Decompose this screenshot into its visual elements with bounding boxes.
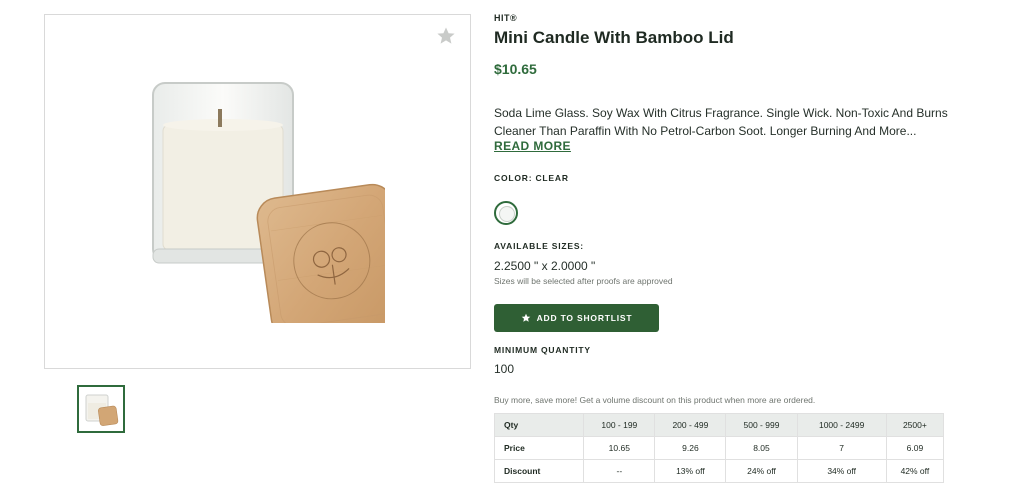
table-header-cell: 200 - 499 bbox=[654, 413, 727, 437]
table-cell: 42% off bbox=[885, 459, 945, 483]
table-header-cell: 500 - 999 bbox=[725, 413, 798, 437]
minimum-quantity-value: 100 bbox=[494, 362, 515, 376]
table-cell: 10.65 bbox=[583, 436, 656, 460]
table-row-price: Price 10.65 9.26 8.05 7 6.09 bbox=[493, 436, 945, 460]
table-header-row: Qty 100 - 199 200 - 499 500 - 999 1000 -… bbox=[493, 413, 945, 437]
size-value: 2.2500 " x 2.0000 " bbox=[494, 259, 596, 273]
favorite-star-icon[interactable] bbox=[436, 26, 456, 46]
product-thumbnail[interactable] bbox=[77, 385, 125, 433]
volume-discount-note: Buy more, save more! Get a volume discou… bbox=[494, 395, 816, 405]
size-note: Sizes will be selected after proofs are … bbox=[494, 276, 673, 286]
candle-with-bamboo-lid-image bbox=[152, 82, 385, 323]
product-main-image[interactable] bbox=[44, 14, 471, 369]
table-header-cell: 2500+ bbox=[885, 413, 945, 437]
minimum-quantity-label: MINIMUM QUANTITY bbox=[494, 345, 591, 355]
product-price: $10.65 bbox=[494, 61, 537, 77]
table-cell: 8.05 bbox=[725, 436, 798, 460]
table-cell: 24% off bbox=[725, 459, 798, 483]
table-cell: 34% off bbox=[796, 459, 887, 483]
table-row-discount: Discount -- 13% off 24% off 34% off 42% … bbox=[493, 459, 945, 483]
table-header-cell: 100 - 199 bbox=[583, 413, 656, 437]
product-description: Soda Lime Glass. Soy Wax With Citrus Fra… bbox=[494, 106, 948, 138]
available-sizes-label: AVAILABLE SIZES: bbox=[494, 241, 584, 251]
color-label: COLOR: CLEAR bbox=[494, 173, 569, 183]
table-header-cell: Qty bbox=[493, 413, 585, 437]
read-more-link[interactable]: READ MORE bbox=[494, 139, 571, 153]
candle-thumbnail-image bbox=[85, 394, 119, 426]
table-cell: 6.09 bbox=[885, 436, 945, 460]
table-cell: Discount bbox=[493, 459, 585, 483]
table-cell: Price bbox=[493, 436, 585, 460]
brand-name: HIT® bbox=[494, 13, 518, 23]
table-cell: 7 bbox=[796, 436, 887, 460]
shortlist-label: ADD TO SHORTLIST bbox=[536, 313, 633, 323]
table-header-cell: 1000 - 2499 bbox=[796, 413, 887, 437]
table-cell: 13% off bbox=[654, 459, 727, 483]
table-cell: 9.26 bbox=[654, 436, 727, 460]
add-to-shortlist-button[interactable]: ADD TO SHORTLIST bbox=[494, 304, 659, 332]
product-title: Mini Candle With Bamboo Lid bbox=[494, 28, 734, 47]
volume-pricing-table: Qty 100 - 199 200 - 499 500 - 999 1000 -… bbox=[493, 413, 945, 483]
star-icon bbox=[521, 313, 530, 322]
color-swatch-clear[interactable] bbox=[494, 201, 518, 225]
table-cell: -- bbox=[583, 459, 656, 483]
